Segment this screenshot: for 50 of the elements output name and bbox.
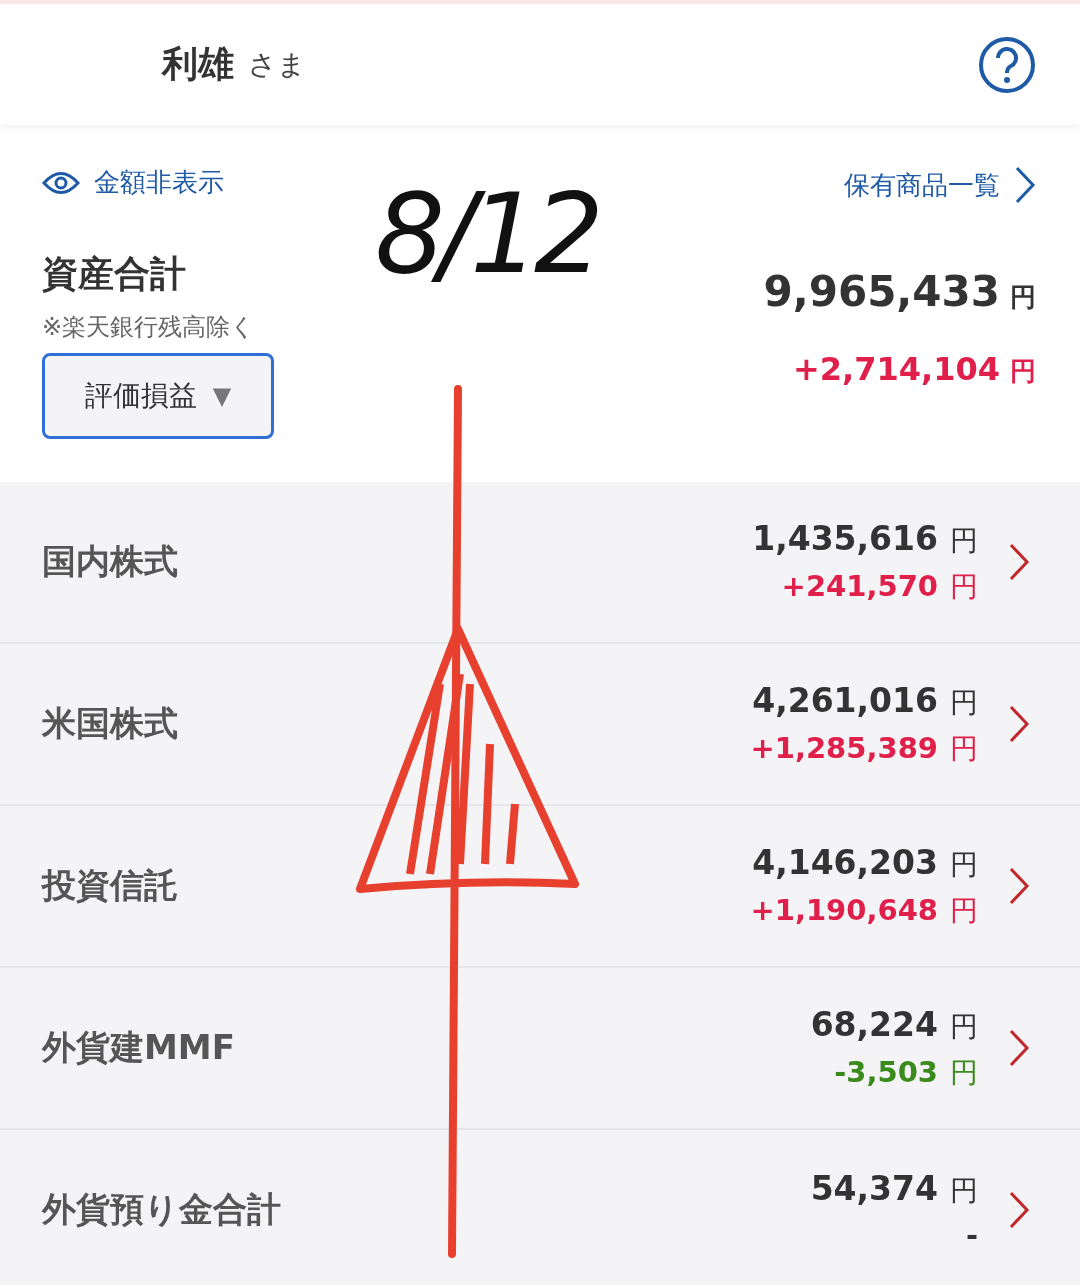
currency-unit: 円 xyxy=(950,522,978,559)
help-icon[interactable] xyxy=(978,35,1036,94)
caret-icon: ▼ xyxy=(212,382,232,410)
dropdown[interactable]: 評価損益 ▼ xyxy=(42,353,274,439)
asset-label: 外貨預り金合計 xyxy=(42,1188,282,1231)
currency-unit: 円 xyxy=(950,684,978,721)
chevron-icon xyxy=(1008,1190,1030,1230)
asset-row[interactable]: 国内株式 1,435,616 円 +241,570 円 xyxy=(0,482,1080,644)
asset-row[interactable]: 外貨預り金合計 54,374 円 - xyxy=(0,1130,1080,1285)
asset-amount: 1,435,616 xyxy=(752,518,938,558)
asset-gain: -3,503 xyxy=(834,1054,938,1089)
asset-label: 米国株式 xyxy=(42,702,179,745)
chevron-icon xyxy=(1008,704,1030,744)
currency-unit: 円 xyxy=(950,730,978,767)
currency-unit: 円 xyxy=(1010,355,1036,388)
hide-amounts-link[interactable]: 金額非表示 xyxy=(42,165,274,200)
currency-unit: 円 xyxy=(950,1172,978,1209)
asset-amount: 54,374 xyxy=(810,1168,938,1208)
honorific: さま xyxy=(248,46,306,83)
currency-unit: 円 xyxy=(950,1054,978,1091)
asset-label: 外貨建MMF xyxy=(42,1026,236,1069)
note-text: ※楽天銀行残高除く xyxy=(42,312,257,343)
asset-row[interactable]: 米国株式 4,261,016 円 +1,285,389 円 xyxy=(0,644,1080,806)
user-name: 利雄 xyxy=(162,42,234,86)
total-amount: 9,965,433 xyxy=(763,267,1000,316)
asset-label: 投資信託 xyxy=(42,864,179,907)
asset-label: 国内株式 xyxy=(42,540,179,583)
asset-row[interactable]: 投資信託 4,146,203 円 +1,190,648 円 xyxy=(0,806,1080,968)
asset-amount: 4,146,203 xyxy=(752,842,938,882)
asset-amount: 4,261,016 xyxy=(752,680,938,720)
chevron-icon xyxy=(1008,866,1030,906)
currency-unit: 円 xyxy=(950,568,978,605)
currency-unit: 円 xyxy=(950,1008,978,1045)
holdings-link[interactable]: 保有商品一覧 xyxy=(844,165,1036,205)
asset-gain: - xyxy=(965,1217,978,1252)
chevron-icon xyxy=(1008,1028,1030,1068)
chevron-icon xyxy=(1014,165,1036,205)
handwritten-note: 8/12 xyxy=(375,179,599,289)
asset-gain: +1,190,648 xyxy=(750,892,938,927)
currency-unit: 円 xyxy=(950,846,978,883)
currency-unit: 円 xyxy=(950,892,978,929)
section-title: 資産合計 xyxy=(42,252,187,296)
total-gain: +2,714,104 xyxy=(793,350,1000,388)
asset-gain: +241,570 xyxy=(781,568,938,603)
asset-amount: 68,224 xyxy=(810,1004,938,1044)
asset-gain: +1,285,389 xyxy=(750,730,938,765)
eye-icon xyxy=(42,169,80,196)
chevron-icon xyxy=(1008,542,1030,582)
currency-unit: 円 xyxy=(1010,281,1036,314)
asset-row[interactable]: 外貨建MMF 68,224 円 -3,503 円 xyxy=(0,968,1080,1130)
